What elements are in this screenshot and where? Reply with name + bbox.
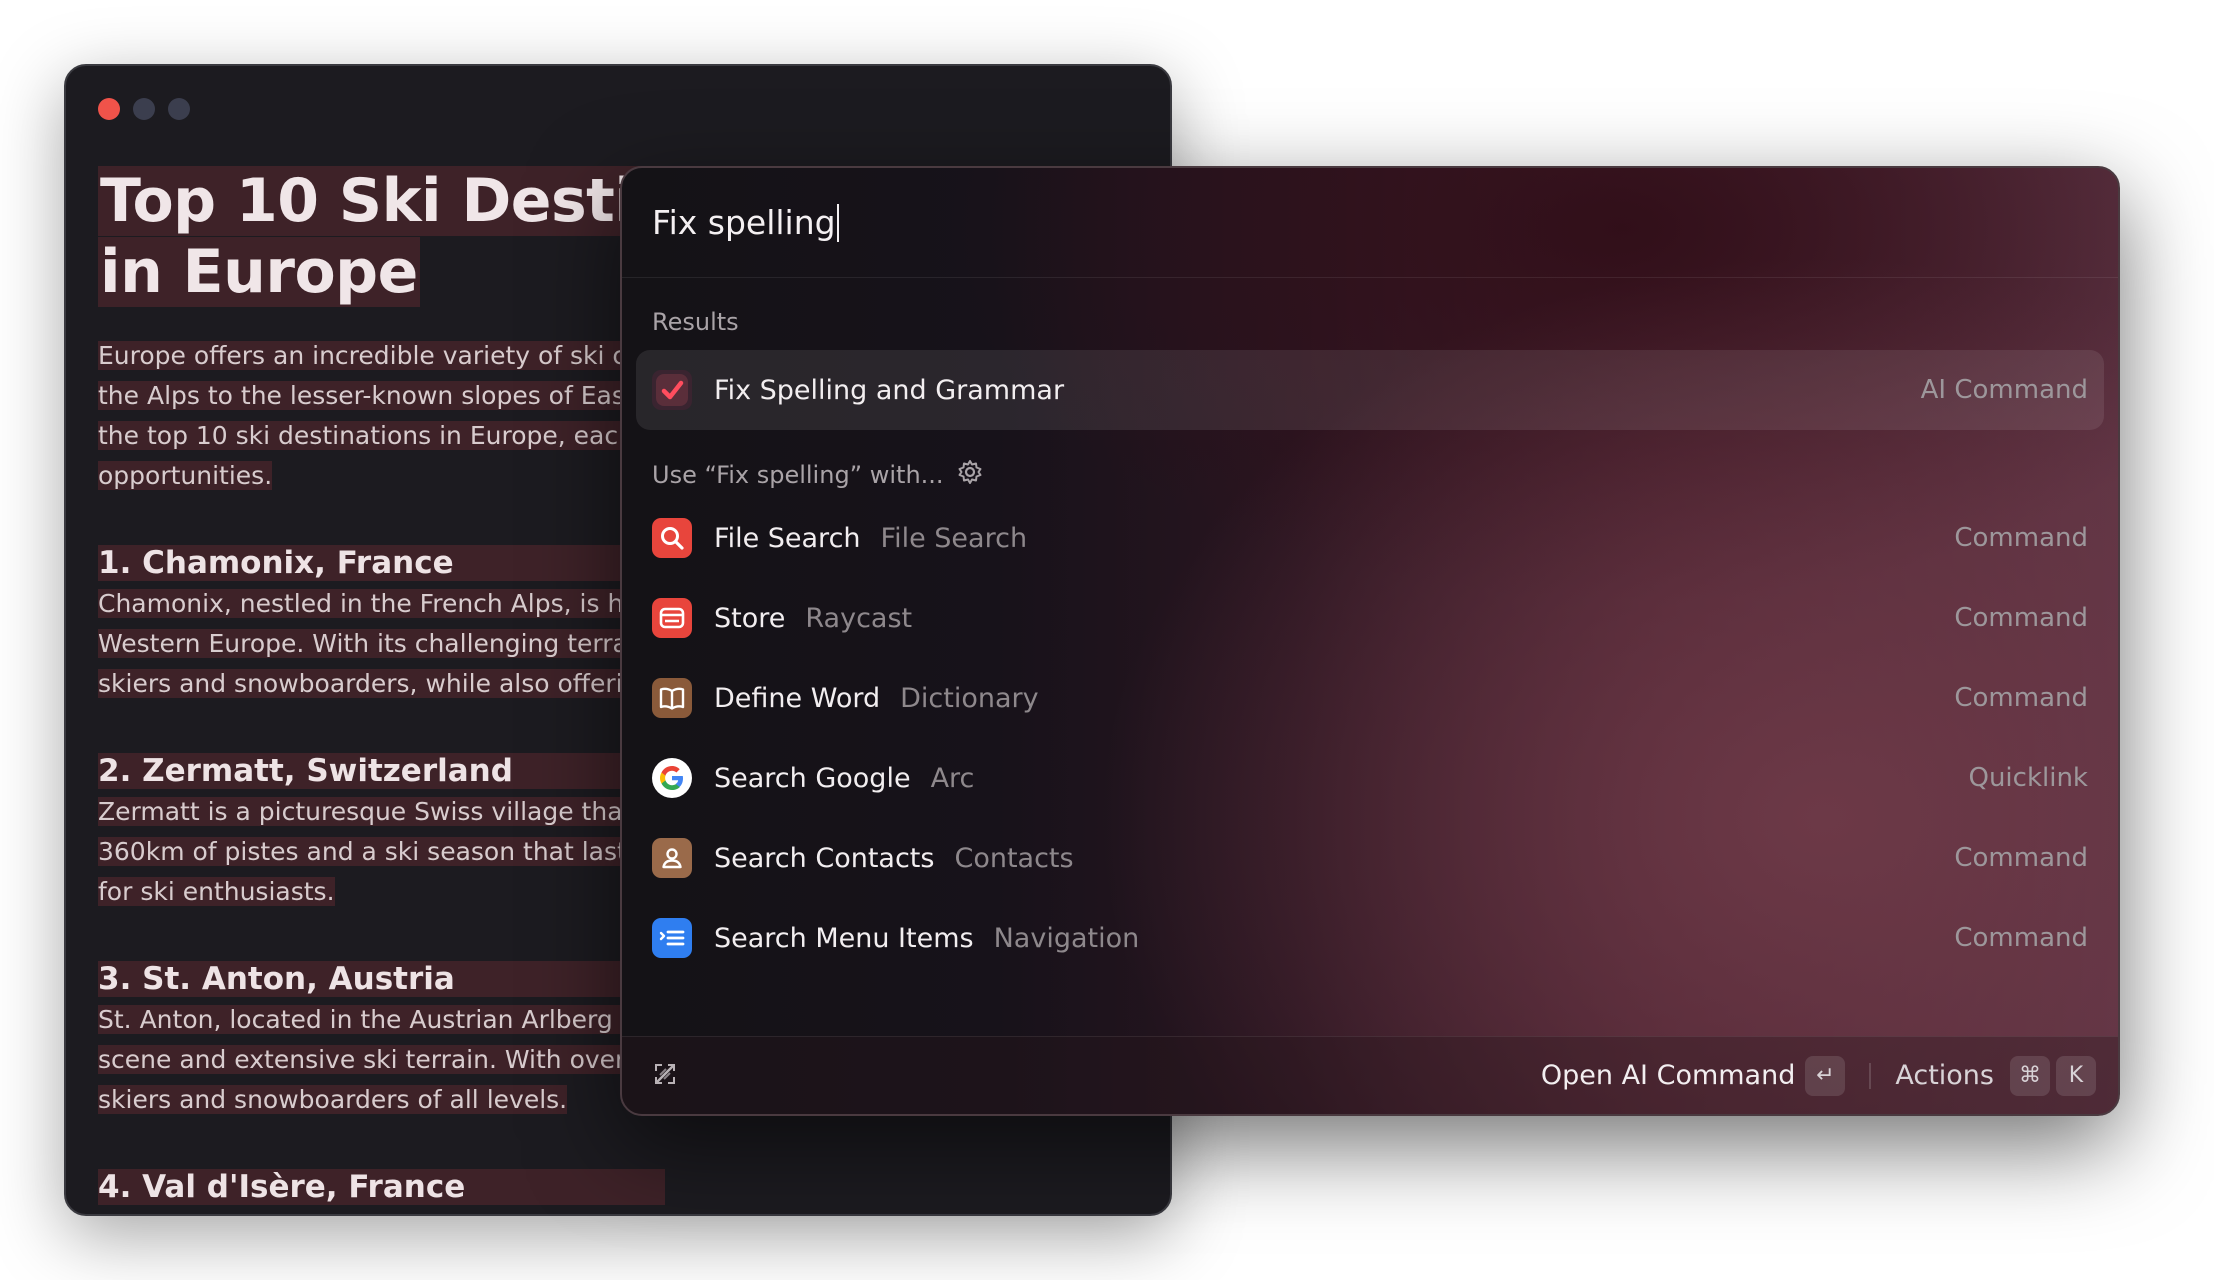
result-title: Fix Spelling and Grammar (714, 374, 1065, 406)
zoom-window-button[interactable] (168, 98, 190, 120)
minimize-window-button[interactable] (133, 98, 155, 120)
ai-check-icon (652, 370, 692, 410)
item-subtitle: Arc (930, 762, 975, 794)
menu-icon (652, 918, 692, 958)
result-kind: AI Command (1920, 375, 2088, 405)
item-title: Store (714, 602, 786, 634)
section-paragraph: St. Anton, located in the Austrian Arlbe… (98, 1000, 658, 1120)
text-line: for ski enthusiasts. (98, 877, 335, 906)
list-item-search-google[interactable]: Search Google Arc Quicklink (622, 738, 2118, 818)
close-window-button[interactable] (98, 98, 120, 120)
use-with-section-label: Use “Fix spelling” with... (622, 458, 2118, 492)
actions-button[interactable]: Actions (1895, 1060, 1994, 1091)
list-item-define-word[interactable]: Define Word Dictionary Command (622, 658, 2118, 738)
k-key-hint: K (2056, 1055, 2096, 1096)
text-line: skiers and snowboarders, while also offe… (98, 669, 623, 698)
text-line: skiers and snowboarders of all levels. (98, 1085, 568, 1114)
text-line: 360km of pistes and a ski season that la… (98, 837, 627, 866)
action-bar: Open AI Command ↵ Actions ⌘ K (622, 1036, 2118, 1114)
title-line: in Europe (98, 237, 420, 307)
command-key-hint: ⌘ (2010, 1055, 2050, 1096)
gear-icon[interactable] (956, 458, 984, 492)
list-item-store[interactable]: Store Raycast Command (622, 578, 2118, 658)
item-title: Search Google (714, 762, 911, 794)
open-ai-command-button[interactable]: Open AI Command (1541, 1060, 1795, 1091)
search-input[interactable]: Fix spelling (652, 203, 836, 242)
intro-paragraph: Europe offers an incredible variety of s… (98, 336, 658, 496)
store-icon (652, 598, 692, 638)
search-bar[interactable]: Fix spelling (622, 168, 2118, 278)
item-kind: Command (1954, 843, 2088, 873)
result-fix-spelling[interactable]: Fix Spelling and Grammar AI Command (636, 350, 2104, 430)
magnifier-icon (652, 518, 692, 558)
return-key-hint: ↵ (1805, 1055, 1846, 1096)
title-line: Top 10 Ski Destir (98, 166, 666, 236)
google-icon (652, 758, 692, 798)
window-controls (98, 98, 190, 120)
item-kind: Command (1954, 923, 2088, 953)
use-with-list: File Search File Search Command Store Ra… (622, 498, 2118, 978)
item-subtitle: Contacts (954, 842, 1074, 874)
text-line: Europe offers an incredible variety of s… (98, 341, 627, 370)
text-cursor (836, 203, 839, 242)
item-subtitle: Dictionary (900, 682, 1039, 714)
item-subtitle: Raycast (805, 602, 913, 634)
contact-icon (652, 838, 692, 878)
section-paragraph: Chamonix, nestled in the French Alps, is… (98, 584, 658, 704)
book-icon (652, 678, 692, 718)
list-item-search-menu-items[interactable]: Search Menu Items Navigation Command (622, 898, 2118, 978)
text-line: the top 10 ski destinations in Europe, e… (98, 421, 634, 450)
item-subtitle: Navigation (993, 922, 1140, 954)
text-line: the Alps to the lesser-known slopes of E… (98, 381, 625, 410)
item-kind: Quicklink (1968, 763, 2088, 793)
results-section-label: Results (652, 308, 739, 336)
item-title: File Search (714, 522, 861, 554)
text-line: Western Europe. With its challenging ter… (98, 629, 628, 658)
footer-divider (1869, 1062, 1872, 1089)
section-heading: 4. Val d'Isère, France (98, 1166, 1158, 1208)
item-title: Define Word (714, 682, 881, 714)
item-title: Search Contacts (714, 842, 935, 874)
item-kind: Command (1954, 603, 2088, 633)
item-subtitle: File Search (880, 522, 1028, 554)
item-title: Search Menu Items (714, 922, 974, 954)
text-line: Zermatt is a picturesque Swiss village t… (98, 797, 633, 826)
section-paragraph: Zermatt is a picturesque Swiss village t… (98, 792, 658, 912)
item-kind: Command (1954, 683, 2088, 713)
use-with-label: Use “Fix spelling” with... (652, 461, 944, 489)
text-line: St. Anton, located in the Austrian Arlbe… (98, 1005, 631, 1034)
command-launcher: Fix spelling Results Fix Spelling and Gr… (620, 166, 2120, 1116)
text-line: opportunities. (98, 461, 273, 490)
list-item-search-contacts[interactable]: Search Contacts Contacts Command (622, 818, 2118, 898)
item-kind: Command (1954, 523, 2088, 553)
raycast-logo-icon[interactable] (646, 1055, 684, 1097)
text-line: Chamonix, nestled in the French Alps, is… (98, 589, 624, 618)
text-line: scene and extensive ski terrain. With ov… (98, 1045, 626, 1074)
list-item-file-search[interactable]: File Search File Search Command (622, 498, 2118, 578)
